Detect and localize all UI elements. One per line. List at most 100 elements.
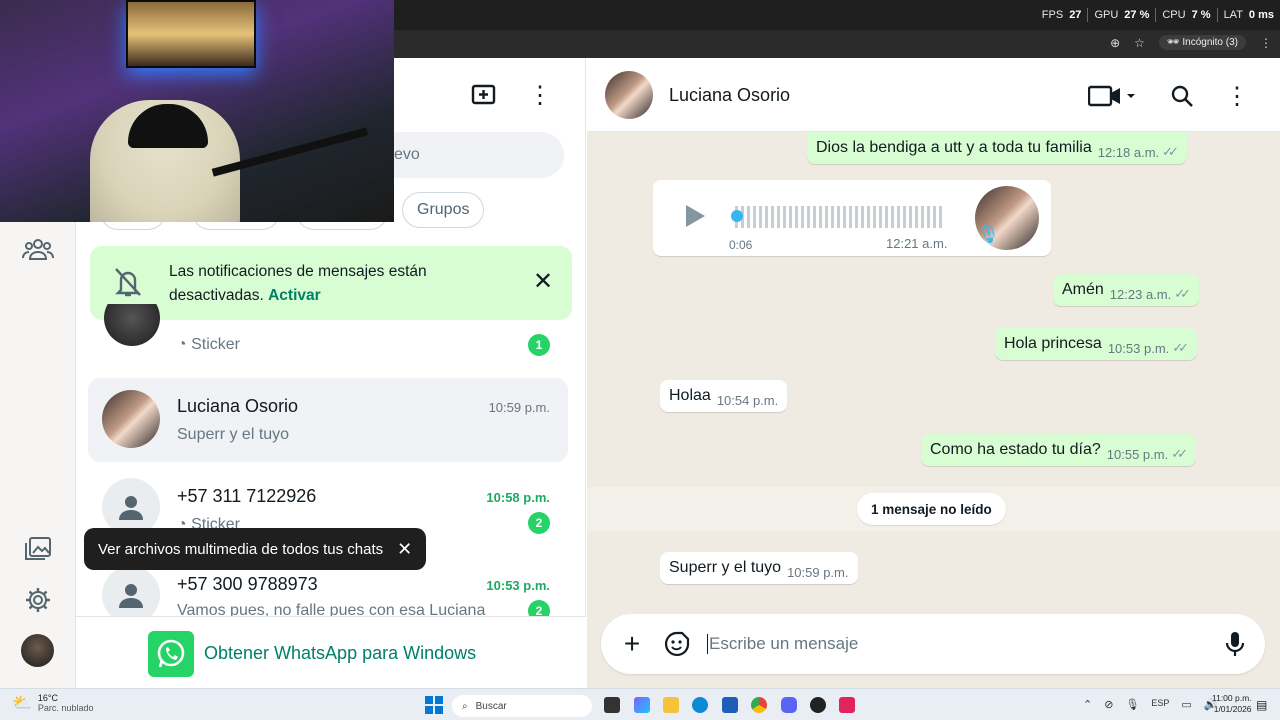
message-time: 12:21 a.m.: [886, 236, 948, 251]
search-icon[interactable]: [1169, 82, 1195, 110]
message-meta: 10:54 p.m.: [717, 393, 778, 408]
bookmark-star-icon[interactable]: ☆: [1134, 36, 1145, 50]
filter-chip-groups[interactable]: Grupos: [402, 192, 485, 228]
activate-notifications-link[interactable]: Activar: [268, 287, 321, 304]
message-text: Dios la bendiga a utt y a toda tu famili…: [816, 139, 1092, 156]
sticker-icon: ◔: [177, 336, 192, 353]
microphone-record-icon[interactable]: [1223, 630, 1247, 658]
settings-gear-icon[interactable]: [22, 584, 54, 616]
edge-icon[interactable]: [692, 697, 708, 713]
file-explorer-icon[interactable]: [663, 697, 679, 713]
message-bubble-outgoing[interactable]: Amén 12:23 a.m. ✓✓: [1053, 274, 1200, 306]
clock-date: 1/01/2026: [1213, 704, 1252, 714]
message-bubble-incoming[interactable]: Superr y el tuyo 10:59 p.m.: [660, 552, 858, 584]
network-off-icon[interactable]: ⊘: [1104, 698, 1113, 711]
chat-avatar: [102, 390, 160, 448]
tooltip-close-icon[interactable]: ✕: [397, 539, 412, 560]
language-indicator[interactable]: ESP: [1151, 698, 1169, 711]
weather-desc: Parc. nublado: [37, 703, 94, 713]
contact-avatar[interactable]: [605, 71, 653, 119]
audio-waveform[interactable]: [735, 206, 945, 228]
incognito-icon: 🕶: [1166, 37, 1183, 48]
message-bubble-incoming[interactable]: Holaa 10:54 p.m.: [660, 380, 788, 412]
chat-avatar: [104, 304, 160, 346]
new-chat-icon[interactable]: [470, 82, 498, 108]
chat-time: 10:53 p.m.: [486, 578, 550, 593]
performance-overlay: FPS 27 GPU 27 % CPU 7 % LAT 0 ms: [1042, 8, 1274, 22]
clock[interactable]: 11:00 p.m. 1/01/2026: [1212, 693, 1252, 715]
system-tray: ⌃ ⊘ 🎙 ESP ▭ 🔊: [1083, 698, 1218, 711]
microphone-icon: 🎙: [977, 224, 1000, 244]
bell-off-icon: [112, 266, 144, 298]
media-gallery-icon[interactable]: [22, 534, 54, 564]
filter-chip-label: Grupos: [417, 201, 470, 218]
message-meta: 10:53 p.m. ✓✓: [1107, 340, 1189, 356]
communities-icon[interactable]: [18, 232, 58, 266]
message-time: 12:23 a.m.: [1109, 286, 1172, 302]
unread-badge: 1: [528, 334, 550, 356]
video-call-icon[interactable]: [1087, 82, 1139, 110]
notifications-icon[interactable]: ▤: [1256, 698, 1267, 712]
fps-value: 27: [1069, 9, 1082, 21]
cpu-value: 7 %: [1191, 9, 1211, 21]
chat-name: +57 311 7122926: [177, 486, 317, 506]
lat-label: LAT: [1223, 9, 1243, 21]
voice-message-bubble[interactable]: 0:06 12:21 a.m. 🎙: [653, 180, 1051, 256]
windows-start-icon[interactable]: [425, 696, 443, 714]
tray-overflow-icon[interactable]: ⌃: [1083, 698, 1092, 711]
get-desktop-app-banner[interactable]: Obtener WhatsApp para Windows: [76, 616, 586, 688]
contact-name[interactable]: Luciana Osorio: [669, 85, 790, 106]
mic-tray-icon[interactable]: 🎙: [1125, 698, 1139, 711]
lat-value: 0 ms: [1248, 9, 1274, 21]
chat-row-selected[interactable]: Luciana Osorio 10:59 p.m. Superr y el tu…: [88, 378, 568, 462]
message-input[interactable]: Escribe un mensaje: [707, 634, 858, 654]
message-bubble-outgoing[interactable]: Hola princesa 10:53 p.m. ✓✓: [995, 328, 1198, 360]
double-check-icon: ✓✓: [1171, 446, 1188, 461]
message-time: 10:53 p.m.: [1107, 340, 1170, 356]
chat-name: +57 300 9788973: [177, 574, 318, 594]
chat-time: 10:58 p.m.: [486, 490, 550, 505]
sticker-emoji-icon[interactable]: [663, 630, 691, 658]
obs-icon[interactable]: [810, 697, 826, 713]
gpu-value: 27 %: [1124, 9, 1150, 21]
close-icon[interactable]: ✕: [530, 266, 556, 296]
chatlist-menu-icon[interactable]: ⋮: [528, 82, 552, 109]
chrome-icon[interactable]: [751, 697, 767, 713]
chat-row[interactable]: ◔ Sticker 1: [88, 304, 568, 372]
attach-plus-icon[interactable]: +: [619, 628, 645, 659]
chat-preview: ◔ Sticker: [177, 336, 240, 354]
message-time: 10:54 p.m.: [716, 393, 779, 408]
message-time: 10:55 p.m.: [1106, 446, 1169, 462]
webcam-overlay: [0, 0, 394, 222]
profile-avatar[interactable]: [21, 634, 54, 667]
audio-scrubber[interactable]: [731, 210, 743, 222]
message-bubble-outgoing[interactable]: Como ha estado tu día? 10:55 p.m. ✓✓: [921, 434, 1197, 466]
store-icon[interactable]: [722, 697, 738, 713]
conversation-header: Luciana Osorio ⋮: [587, 58, 1280, 132]
message-bubble-outgoing[interactable]: Dios la bendiga a utt y a toda tu famili…: [807, 132, 1187, 164]
message-meta: 12:18 a.m. ✓✓: [1098, 144, 1179, 160]
discord-icon[interactable]: [781, 697, 797, 713]
separator: [1087, 8, 1089, 22]
double-check-icon: ✓✓: [1174, 286, 1191, 301]
unread-badge: 2: [528, 512, 550, 534]
zoom-icon[interactable]: ⊕: [1110, 36, 1120, 50]
chat-preview: Superr y el tuyo: [177, 426, 290, 443]
tiktok-icon[interactable]: [839, 697, 855, 713]
chat-time: 10:59 p.m.: [488, 400, 550, 415]
wifi-icon[interactable]: ▭: [1181, 698, 1191, 711]
copilot-icon[interactable]: [634, 697, 650, 713]
taskbar-search[interactable]: ⌕ Buscar: [452, 695, 592, 717]
weather-widget[interactable]: ⛅ 16°C Parc. nublado: [12, 693, 93, 713]
incognito-indicator[interactable]: 🕶 Incógnito (3): [1158, 35, 1246, 50]
task-view-icon[interactable]: [604, 697, 620, 713]
browser-menu-icon[interactable]: ⋮: [1260, 36, 1272, 50]
message-meta: 10:55 p.m. ✓✓: [1106, 446, 1188, 462]
unread-badge: 2: [528, 600, 550, 616]
separator: [1216, 8, 1218, 22]
conversation-menu-icon[interactable]: ⋮: [1225, 82, 1249, 110]
clock-time: 11:00 p.m.: [1212, 693, 1252, 703]
media-tooltip: Ver archivos multimedia de todos tus cha…: [84, 528, 427, 570]
fps-label: FPS: [1041, 9, 1064, 21]
play-icon[interactable]: [683, 204, 707, 228]
